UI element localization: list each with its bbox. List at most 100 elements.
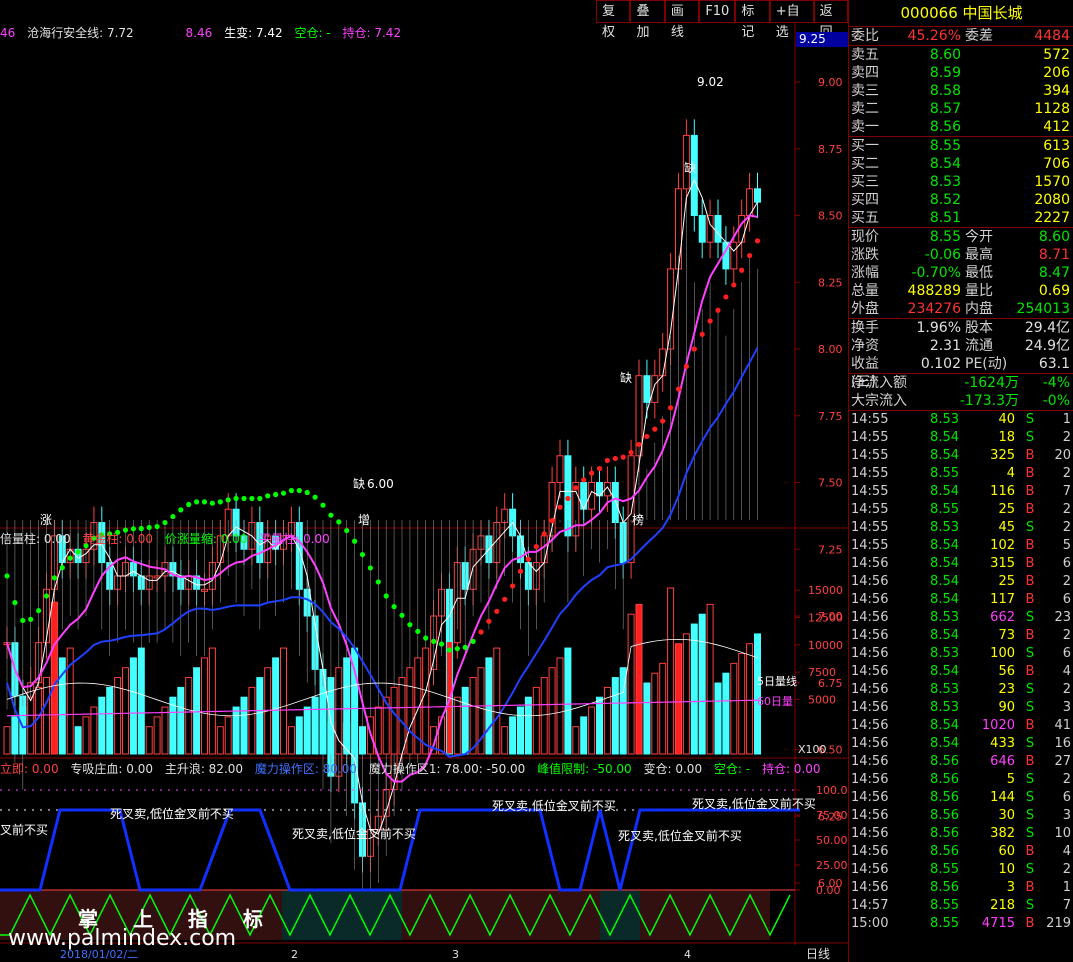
stat-value: 0.102 — [920, 356, 961, 372]
toolbar-button-f10[interactable]: F10 — [699, 0, 736, 23]
tick-row[interactable]: 14:57 8.55 218 S 7 — [849, 897, 1073, 915]
tick-row[interactable]: 14:56 8.56 382 S 10 — [849, 825, 1073, 843]
tick-row[interactable]: 14:56 8.54 433 S 16 — [849, 735, 1073, 753]
ask-row[interactable]: 卖二 8.57 1128 — [849, 100, 1073, 118]
tick-row[interactable]: 14:55 8.54 325 B 20 — [849, 447, 1073, 465]
tick-time: 14:56 — [851, 808, 889, 823]
tick-count: 6 — [1062, 646, 1071, 661]
bid-row[interactable]: 买三 8.53 1570 — [849, 173, 1073, 191]
tick-row[interactable]: 14:56 8.54 73 B 2 — [849, 627, 1073, 645]
stat-label: 外盘 — [851, 301, 879, 317]
tick-row[interactable]: 14:56 8.54 117 B 6 — [849, 591, 1073, 609]
tick-row[interactable]: 14:56 8.56 60 B 4 — [849, 843, 1073, 861]
volume-bar — [746, 643, 754, 755]
volume-bar — [50, 601, 58, 755]
ask-volume: 394 — [1043, 83, 1070, 99]
tick-row[interactable]: 14:56 8.56 646 B 27 — [849, 753, 1073, 771]
ask-price: 8.60 — [929, 47, 961, 63]
toolbar-button-draw-line[interactable]: 画线 — [664, 0, 700, 40]
ask-label: 卖三 — [851, 83, 879, 99]
tick-volume: 315 — [990, 556, 1015, 571]
tick-row[interactable]: 14:55 8.55 25 B 2 — [849, 501, 1073, 519]
flow-row: 净流入额 -1624万 -4% — [849, 374, 1073, 392]
bid-row[interactable]: 买五 8.51 2227 — [849, 209, 1073, 227]
tick-count: 23 — [1054, 610, 1071, 625]
tick-volume: 144 — [990, 790, 1015, 805]
date-axis-label: 3 — [452, 948, 459, 961]
toolbar-button-add-watchlist[interactable]: +自选 — [769, 0, 814, 40]
tick-row[interactable]: 14:56 8.54 56 B 4 — [849, 663, 1073, 681]
trend-dot — [407, 622, 413, 628]
tick-time: 14:56 — [851, 646, 889, 661]
tick-time: 14:56 — [851, 754, 889, 769]
ask-row[interactable]: 卖一 8.56 412 — [849, 118, 1073, 136]
tick-row[interactable]: 14:56 8.53 90 S 3 — [849, 699, 1073, 717]
trend-dot — [509, 583, 516, 589]
tick-time: 14:56 — [851, 718, 889, 733]
bid-row[interactable]: 买四 8.52 2080 — [849, 191, 1073, 209]
tick-side: S — [1025, 736, 1035, 751]
stat-value: -0.70% — [911, 265, 961, 281]
volume-bar — [682, 633, 690, 755]
tick-row[interactable]: 15:00 8.55 4715 B 219 — [849, 915, 1073, 933]
volume-bar — [453, 696, 461, 755]
toolbar-button-overlay[interactable]: 叠加 — [630, 0, 665, 40]
ask-row[interactable]: 卖四 8.59 206 — [849, 64, 1073, 82]
volume-bar — [596, 696, 603, 755]
tick-row[interactable]: 14:56 8.56 144 S 6 — [849, 789, 1073, 807]
tick-row[interactable]: 14:56 8.53 662 S 23 — [849, 609, 1073, 627]
tick-row[interactable]: 14:55 8.55 4 B 2 — [849, 465, 1073, 483]
tick-row[interactable]: 14:56 8.56 3 B 1 — [849, 879, 1073, 897]
tick-row[interactable]: 14:56 8.54 315 B 6 — [849, 555, 1073, 573]
trend-dot — [20, 617, 26, 624]
candle-body — [706, 215, 714, 243]
toolbar-button-fuquan[interactable]: 复权 — [596, 0, 631, 40]
volume-bar — [327, 677, 335, 755]
bid-row[interactable]: 买一 8.55 613 — [849, 137, 1073, 155]
tick-side: B — [1025, 448, 1035, 463]
volume-bar — [698, 613, 706, 755]
tick-time: 14:56 — [851, 880, 889, 895]
tick-row[interactable]: 14:56 8.56 30 S 3 — [849, 807, 1073, 825]
stock-code-name: 000066 中国长城 — [849, 0, 1073, 27]
tick-row[interactable]: 14:55 8.54 18 S 2 — [849, 429, 1073, 447]
volume-bar — [738, 653, 746, 755]
tick-row[interactable]: 14:56 8.54 1020 B 41 — [849, 717, 1073, 735]
volume-bar — [287, 726, 295, 755]
trend-dot — [573, 485, 579, 491]
price-axis-label: 7.25 — [818, 543, 843, 556]
toolbar-button-back[interactable]: 返回 — [813, 0, 849, 40]
tick-row[interactable]: 14:56 8.56 5 S 2 — [849, 771, 1073, 789]
tick-row[interactable]: 14:56 8.53 100 S 6 — [849, 645, 1073, 663]
tick-list[interactable]: 14:55 8.53 40 S 1 14:55 8.54 18 S 2 14:55 8.54 325 B 2… — [849, 411, 1073, 933]
chart-canvas[interactable]: 9.008.758.508.258.007.757.507.257.006.75… — [0, 0, 848, 962]
tick-row[interactable]: 14:55 8.53 45 S 2 — [849, 519, 1073, 537]
tick-row[interactable]: 14:56 8.53 23 S 2 — [849, 681, 1073, 699]
volume-bar — [240, 696, 248, 755]
tick-row[interactable]: 14:55 8.54 116 B 7 — [849, 483, 1073, 501]
osc-signal-text: 死叉卖,低位金叉前不买 — [618, 828, 742, 843]
tick-time: 15:00 — [851, 916, 889, 931]
trend-dot — [438, 641, 445, 647]
toolbar-button-mark[interactable]: 标记 — [735, 0, 770, 40]
watermark-url: www.palmindex.com — [8, 926, 237, 951]
top-indicator: 46 — [0, 26, 16, 40]
tick-row[interactable]: 14:56 8.55 10 S 2 — [849, 861, 1073, 879]
trend-dot — [612, 455, 618, 462]
tick-side: B — [1025, 664, 1035, 679]
tick-row[interactable]: 14:55 8.54 102 B 5 — [849, 537, 1073, 555]
ask-row[interactable]: 卖五 8.60 572 — [849, 46, 1073, 64]
tick-price: 8.54 — [930, 484, 959, 499]
stat-label: 流通 — [965, 338, 993, 354]
tick-price: 8.54 — [930, 448, 959, 463]
tick-side: B — [1025, 718, 1035, 733]
tick-row[interactable]: 14:56 8.54 25 B 2 — [849, 573, 1073, 591]
volume-bar — [3, 726, 11, 755]
tick-side: B — [1025, 502, 1035, 517]
trend-dot — [4, 573, 10, 579]
tick-row[interactable]: 14:55 8.53 40 S 1 — [849, 411, 1073, 429]
kline-chart-area[interactable]: 9.00 8.75 8.50 8.25 8.00 7.75 7.50 7.25 7.00 6.75… — [0, 0, 851, 962]
bid-row[interactable]: 买二 8.54 706 — [849, 155, 1073, 173]
ask-row[interactable]: 卖三 8.58 394 — [849, 82, 1073, 100]
